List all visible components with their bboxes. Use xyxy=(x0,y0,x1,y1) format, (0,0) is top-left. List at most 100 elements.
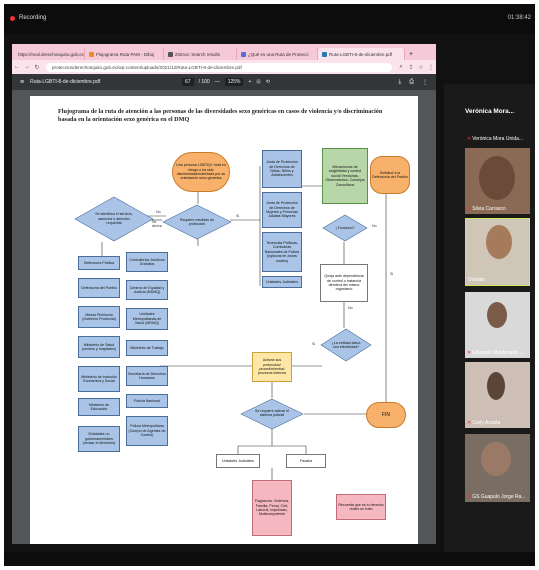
browser-tab-flujograma[interactable]: Flujograma Ruta PAM - Dibuj xyxy=(85,48,164,60)
decision-service-text: Se identifica el servicio, asesoría o at… xyxy=(95,212,133,226)
share-icon[interactable]: ⇪ xyxy=(406,64,416,71)
participant-tile[interactable]: ✕Edwardo Maldonado ... xyxy=(465,292,530,358)
tab-label: https://mail.derechosquito.gob.ec xyxy=(18,51,85,57)
service-left-4: Ministerio de Salud (centros y hospitale… xyxy=(78,336,120,358)
service-right-6: Policía Nacional xyxy=(126,394,168,408)
back-icon[interactable]: ← xyxy=(12,64,22,70)
participant-name: GS Guapulo Jorge Ra... xyxy=(472,494,526,500)
label-no: No xyxy=(156,210,161,214)
rotate-icon[interactable]: ⟲ xyxy=(266,79,270,85)
fiscalia-box: Fiscalía xyxy=(286,454,326,468)
service-left-3: Mesas Pichincha (Gobierno Provincial) xyxy=(78,306,120,328)
participant-name: Edwardo Maldonado ... xyxy=(472,350,524,356)
mic-muted-icon: ✕ xyxy=(467,206,472,212)
mic-muted-icon: ✕ xyxy=(467,350,472,356)
site-favicon-icon xyxy=(241,51,246,57)
label-derive: Se deriva xyxy=(152,220,162,228)
page-total: / 100 xyxy=(198,79,210,85)
queja-box: Queja ante dependencia de control o inst… xyxy=(320,264,368,302)
recording-indicator: Recording xyxy=(10,15,46,21)
decision-protection-text: Requiere medidas de protección xyxy=(179,217,215,226)
tenencias-box: Tenencias Políticas, Comisarías Nacional… xyxy=(262,232,302,272)
print-icon[interactable]: ⎙ xyxy=(409,79,414,86)
fit-page-icon[interactable]: ⊡ xyxy=(256,79,260,85)
participant-name: Silvia Carrasco xyxy=(472,206,506,212)
new-tab-button[interactable]: + xyxy=(405,48,417,60)
zoom-in-icon[interactable]: + xyxy=(248,79,251,85)
search-favicon-icon xyxy=(168,51,173,57)
url-text: proteccionderechosquito.gob.ec/wp-conten… xyxy=(52,64,242,70)
hamburger-icon[interactable]: ≡ xyxy=(20,79,24,86)
junta-mujeres-box: Junta de Protección de Derechos de Mujer… xyxy=(262,192,302,228)
browser-tab-search[interactable]: Zintros: Search results xyxy=(164,48,237,60)
shared-browser-window: https://mail.derechosquito.gob.ec Flujog… xyxy=(12,44,436,544)
zoom-level[interactable]: 125% xyxy=(224,78,244,86)
pdf-viewer[interactable]: Flujograma de la ruta de atención a las … xyxy=(12,90,436,544)
recording-label: Recording xyxy=(19,15,47,21)
participant-video xyxy=(486,225,512,259)
mic-muted-icon: ✕ xyxy=(467,136,472,142)
participant-tile[interactable]: ✕Carly Acosta xyxy=(465,362,530,428)
menu-kebab-icon[interactable]: ⋮ xyxy=(426,64,436,71)
participant-video xyxy=(487,302,507,328)
service-right-7: Policía Metropolitana (Cuerpo de Agentes… xyxy=(126,416,168,446)
participant-name: Damián xyxy=(468,277,486,283)
more-options-icon[interactable]: ⋮ xyxy=(422,79,428,86)
label-si: Si xyxy=(236,214,240,218)
browser-tab-ruta[interactable]: ¿Qué es una Ruta de Protecci xyxy=(237,48,318,60)
service-right-5: Secretaría de Derechos Humanos xyxy=(126,366,168,386)
service-right-2: Centros de Equidad y Justicia (MDMQ) xyxy=(126,280,168,300)
active-speaker-name: Verónica Mora... xyxy=(465,108,515,115)
participant-tile[interactable]: ✕GS Guapulo Jorge Ra... xyxy=(465,434,530,502)
page-number-input[interactable]: 67 xyxy=(182,78,194,86)
decision-judicial-text: Se requiere activar el sistema judicial xyxy=(255,408,289,417)
label-no: No xyxy=(372,224,377,228)
star-icon[interactable]: ☆ xyxy=(416,64,426,71)
decision-funciono-text: ¿Funcionó? xyxy=(335,225,355,230)
service-right-3: Unidades Metropolitanas de Salud (MDMQ) xyxy=(126,308,168,330)
meeting-bottombar xyxy=(4,552,535,566)
meeting-clock: 01:38:42 xyxy=(507,15,531,21)
participant-tile[interactable]: ✕Silvia Carrasco xyxy=(465,148,530,214)
label-no: No xyxy=(348,306,353,310)
reload-icon[interactable]: ↻ xyxy=(32,64,42,71)
pdf-filename: Ruta-LGBTI-8-de-diciembre.pdf xyxy=(30,79,101,85)
tab-label: Zintros: Search results xyxy=(175,51,221,57)
unidades-judiciales-box: Unidades Judiciales xyxy=(262,276,302,288)
forward-icon[interactable]: → xyxy=(22,64,32,70)
browser-tab-strip: https://mail.derechosquito.gob.ec Flujog… xyxy=(12,44,436,60)
zoom-out-icon[interactable]: — xyxy=(215,79,220,85)
service-left-6: Ministerio de Educación xyxy=(78,398,120,416)
decision-entidad-text: ¿La entidad actuó con efectividad? xyxy=(331,340,361,349)
participant-video xyxy=(481,442,511,476)
search-icon[interactable]: ⌕ xyxy=(396,64,406,71)
recording-dot-icon xyxy=(10,15,15,21)
unidades-judiciales-end-box: Unidades Judiciales xyxy=(216,454,260,468)
browser-tab-mail[interactable]: https://mail.derechosquito.gob.ec xyxy=(12,48,85,60)
mic-muted-icon: ✕ xyxy=(467,420,472,426)
participant-tile[interactable]: Damián xyxy=(465,218,530,286)
participant-tile[interactable]: ✕Verónica Mora Unida... xyxy=(465,128,530,144)
pdf-page: Flujograma de la ruta de atención a las … xyxy=(30,96,418,544)
participant-name: Verónica Mora Unida... xyxy=(472,136,524,142)
recuerda-box: Recuerda que es tu derecho recibir un tr… xyxy=(336,494,386,520)
meeting-topbar: Recording 01:38:42 xyxy=(4,4,535,34)
solicitud-defensoria-box: Solicitud a la Defensoría del Pueblo xyxy=(370,156,410,194)
flow-start-node: Una persona LGBTIQ+ está en riesgo o ha … xyxy=(172,152,230,192)
mecanismos-box: Mecanismos de exigibilidad y control soc… xyxy=(322,148,368,204)
browser-tab-pdf[interactable]: Ruta-LGBTI-8-de-diciembre.pdf xyxy=(318,48,405,60)
tab-label: ¿Qué es una Ruta de Protecci xyxy=(248,51,309,57)
service-right-1: Consultorios Jurídicos Gratuitos xyxy=(126,252,168,272)
flagrancia-box: Flagrancia, Violencia, Familia, Penal, C… xyxy=(252,480,292,536)
label-si: Si xyxy=(390,272,394,276)
participant-video xyxy=(479,156,515,200)
label-si: Si xyxy=(312,342,316,346)
drawio-favicon-icon xyxy=(89,51,94,57)
url-input[interactable]: proteccionderechosquito.gob.ec/wp-conten… xyxy=(46,62,392,72)
mic-muted-icon: ✕ xyxy=(467,494,472,500)
pdf-favicon-icon xyxy=(322,51,327,57)
download-icon[interactable]: ⤓ xyxy=(399,79,402,86)
service-left-1: Defensoría Pública xyxy=(78,256,120,270)
tab-label: Flujograma Ruta PAM - Dibuj xyxy=(96,51,155,57)
service-right-4: Ministerio de Trabajo xyxy=(126,340,168,356)
